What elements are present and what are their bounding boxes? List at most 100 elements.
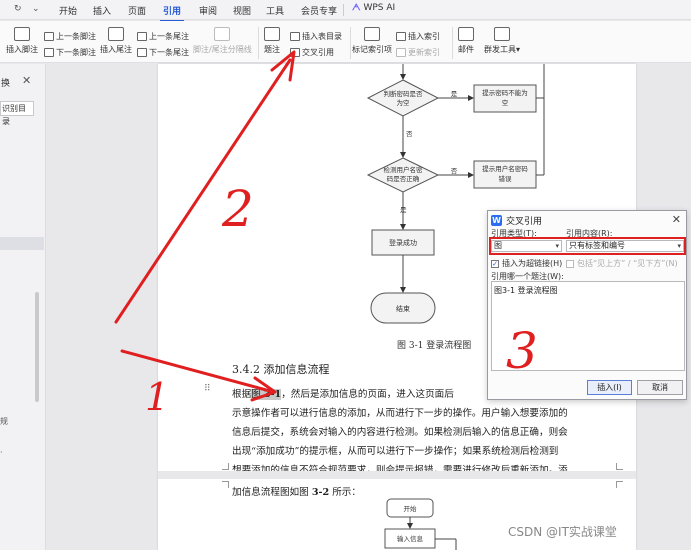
include-above-below-checkbox[interactable]: 包括“见上方” / “见下方”(N) [566,258,678,269]
insert-index-label: 插入索引 [408,32,440,41]
decision-password-empty [366,79,440,117]
drag-handle-icon[interactable]: ⠿ [204,384,211,394]
insert-footnote-label: 插入脚注 [6,45,38,54]
tab-tools[interactable]: 工具 [266,4,284,17]
box-login-success-text: 登录成功 [389,238,417,247]
next-footnote-button[interactable]: 下一条脚注 [44,47,96,58]
cross-reference-field[interactable]: 图 3-1 [251,389,282,400]
paragraph-line[interactable]: 出现“添加成功”的提示框，从而可以进行下一步操作；如果系统检测后检测到 [232,443,618,457]
tab-references[interactable]: 引用 [159,4,185,22]
box-error-text-2: 错误 [499,174,513,183]
caption-icon [264,27,280,41]
insert-endnote-label: 插入尾注 [100,45,132,54]
nav-item-label: 规 [0,417,8,426]
table-of-figures-icon [290,32,300,41]
checkbox-unchecked-icon [566,259,574,268]
prev-endnote-button[interactable]: 上一条尾注 [137,31,189,42]
page-corner-mark [616,463,623,470]
paragraph-line[interactable]: 示意操作者可以进行信息的添加，从而进行下一步的操作。用户输入想要添加的 [232,405,618,419]
caption-label: 题注 [264,45,280,54]
wps-ai-icon: ᗅ [352,3,361,13]
update-index-button[interactable]: 更新索引 [396,47,440,58]
tab-review[interactable]: 审阅 [199,4,217,17]
insert-endnote-button[interactable]: 插入尾注 [100,27,132,55]
recognize-toc-button[interactable]: 识别目录 [0,101,34,126]
para-text: 加信息流程图如图 [232,487,312,498]
chevron-down-icon: ▾ [516,45,521,54]
redo-icon[interactable]: ↻ [14,4,22,14]
decision-password-text-1: 判断密码是否 [384,89,424,98]
terminal-end-text: 结束 [396,304,410,313]
page-break [158,471,636,479]
ribbon-separator [350,27,351,59]
figure-caption: 图 3-1 登录流程图 [397,341,472,351]
update-index-icon [396,48,406,57]
prev-endnote-icon [137,32,147,41]
separator-line-label: 脚注/尾注分隔线 [193,45,252,54]
tab-view[interactable]: 视图 [233,4,251,17]
insert-as-hyperlink-label: 插入为超链接(H) [502,259,563,268]
box-password-empty-text-2: 空 [502,98,509,107]
prev-endnote-label: 上一条尾注 [149,32,189,41]
separator-line-icon [214,27,231,41]
tab-member[interactable]: 会员专享 [301,4,337,17]
tab-page[interactable]: 页面 [128,4,146,17]
ribbon-separator [258,27,259,59]
mark-index-entry-button[interactable]: 标记索引项 [352,27,392,55]
nav-item-dot: · [0,448,3,457]
para-text: ，然后是添加信息的页面，进入这页面后 [281,389,454,400]
list-item[interactable]: 图3-1 登录流程图 [494,285,558,296]
insert-button[interactable]: 插入(I) [587,380,632,395]
dialog-title-bar[interactable]: W 交叉引用 [491,214,542,227]
wps-ai-button[interactable]: ᗅ WPS AI [352,3,395,13]
decision-check-text-2: 码是否正确 [387,174,420,183]
insert-footnote-button[interactable]: 插入脚注 [6,27,38,55]
wps-ai-label: WPS AI [363,3,396,13]
mail-button[interactable]: 邮件 [458,27,474,55]
flow2-input-text: 输入信息 [397,534,424,543]
section-heading: 3.4.2 添加信息流程 [232,363,330,376]
insert-table-of-figures-label: 插入表目录 [302,32,342,41]
mail-tools-label: 群发工具▾ [484,44,520,55]
mail-tools-text: 群发工具 [484,45,516,54]
include-above-below-label: 包括“见上方” / “见下方”(N) [577,259,678,268]
insert-as-hyperlink-checkbox[interactable]: ✓ 插入为超链接(H) [491,258,562,269]
mail-tools-icon [494,27,510,41]
endnote-icon [108,27,124,41]
mail-icon [458,27,474,41]
csdn-watermark: CSDN @IT实战课堂 [508,525,617,539]
prev-footnote-button[interactable]: 上一条脚注 [44,31,96,42]
tab-insert[interactable]: 插入 [93,4,111,17]
navigation-pane: 换 ✕ 识别目录 规 · [0,64,46,550]
nav-selected-item[interactable] [0,237,44,250]
tab-home[interactable]: 开始 [59,4,77,17]
cancel-button[interactable]: 取消 [637,380,683,395]
flow2-start-text: 开始 [404,504,418,513]
insert-table-of-figures-button[interactable]: 插入表目录 [290,31,342,42]
paragraph-line[interactable]: 加信息流程图如图 3-2 所示： [232,484,618,498]
para-text: 根据 [232,389,252,400]
next-endnote-button[interactable]: 下一条尾注 [137,47,189,58]
footnote-separator-button[interactable]: 脚注/尾注分隔线 [193,27,252,55]
dialog-title: 交叉引用 [506,217,543,227]
update-index-label: 更新索引 [408,48,440,57]
flow-label-no: 否 [406,130,413,138]
tab-separator [343,4,344,16]
checkbox-checked-icon: ✓ [491,259,499,268]
cross-reference-icon [290,48,300,57]
insert-index-button[interactable]: 插入索引 [396,31,440,42]
flow-label-yes: 是 [451,90,458,98]
close-icon[interactable]: ✕ [672,213,681,226]
cross-reference-button[interactable]: 交叉引用 [290,47,334,58]
close-icon[interactable]: ✕ [22,74,31,87]
mail-tools-button[interactable]: 群发工具▾ [484,27,520,55]
caption-button[interactable]: 题注 [264,27,280,55]
paragraph-line[interactable]: 信息后提交，系统会对输入的内容进行检测。如果检测后输入的信息正确，则会 [232,424,618,438]
nav-scrollbar[interactable] [35,292,39,402]
ref-number: 3-1 [263,389,282,400]
prev-footnote-icon [44,32,54,41]
quick-access-dropdown-icon[interactable]: ⌄ [32,4,40,14]
page-corner-mark [222,481,229,488]
caption-listbox[interactable]: 图3-1 登录流程图 [491,281,685,371]
nav-pane-title: 换 [1,79,11,89]
